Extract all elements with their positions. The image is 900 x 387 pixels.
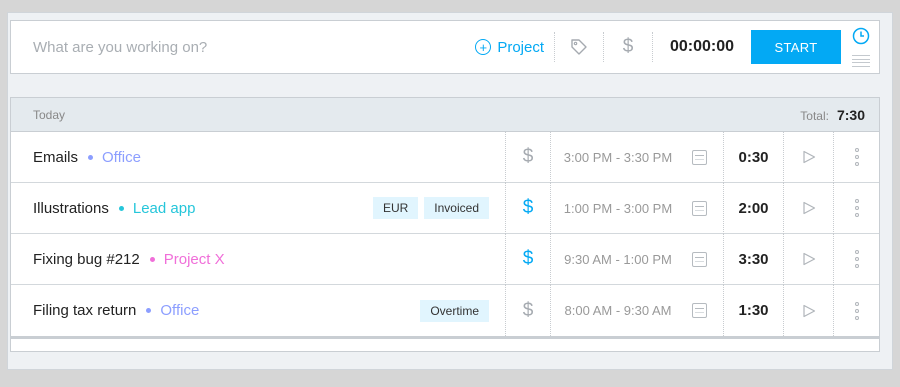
dollar-icon: $: [622, 36, 634, 57]
day-total: Total: 7:30: [800, 107, 865, 123]
continue-button[interactable]: [783, 182, 833, 234]
calendar-icon: [691, 200, 707, 216]
project-color-dot: [88, 154, 94, 160]
continue-button[interactable]: [783, 285, 833, 336]
more-dot: [854, 199, 859, 203]
clock-icon: [852, 27, 870, 45]
more-options-button[interactable]: [833, 285, 879, 336]
dollar-icon: $: [522, 248, 534, 269]
entry-project[interactable]: Project X: [164, 251, 225, 268]
day-label: Today: [33, 107, 66, 122]
time-entries: Today Total: 7:30 Emails Office $ 3:00 P…: [10, 97, 880, 352]
tag-icon: [571, 39, 587, 55]
project-color-dot: [149, 256, 155, 262]
continue-button[interactable]: [783, 233, 833, 285]
billable-toggle[interactable]: $: [604, 20, 652, 74]
entry-description: Illustrations: [33, 199, 109, 217]
more-dot: [854, 315, 859, 320]
entry-time-range[interactable]: 9:30 AM - 1:00 PM: [551, 252, 685, 267]
dollar-icon: $: [522, 299, 534, 321]
plus-circle-icon: +: [475, 39, 492, 55]
tag-chip[interactable]: Invoiced: [424, 197, 489, 219]
more-dot: [854, 308, 859, 313]
more-options-button[interactable]: [833, 131, 879, 183]
continue-button[interactable]: [783, 131, 833, 183]
start-button[interactable]: START: [751, 30, 841, 64]
entry-description-area[interactable]: Illustrations Lead app: [11, 200, 373, 217]
billable-toggle[interactable]: $: [505, 131, 551, 183]
more-dot: [854, 148, 859, 152]
more-options-button[interactable]: [833, 233, 879, 285]
time-entry-row: Illustrations Lead app EUR Invoiced $ 1:0…: [11, 182, 879, 234]
elapsed-time: 00:00:00: [669, 38, 735, 55]
billable-toggle[interactable]: $: [505, 233, 551, 285]
more-dot: [854, 155, 859, 159]
time-entry-row: Fixing bug #212 Project X $ 9:30 AM - 1:…: [11, 233, 879, 285]
entry-duration[interactable]: 1:30: [723, 285, 783, 336]
entry-project[interactable]: Office: [160, 302, 199, 319]
entry-project[interactable]: Lead app: [133, 200, 196, 217]
calendar-icon: [691, 149, 707, 165]
tag-chip[interactable]: Overtime: [420, 299, 489, 322]
entry-description: Emails: [33, 148, 79, 166]
project-color-dot: [118, 205, 124, 211]
date-picker-button[interactable]: [685, 251, 713, 267]
billable-toggle[interactable]: $: [505, 285, 551, 336]
more-options-button[interactable]: [833, 182, 879, 234]
date-picker-button[interactable]: [685, 200, 713, 216]
more-dot: [854, 257, 859, 261]
day-total-value: 7:30: [836, 106, 865, 123]
more-dot: [854, 206, 859, 210]
more-dot: [854, 250, 859, 254]
date-picker-button[interactable]: [685, 149, 713, 165]
entry-time-range[interactable]: 1:00 PM - 3:00 PM: [551, 201, 685, 216]
entry-description: Filing tax return: [33, 302, 137, 319]
entry-tags: Overtime: [420, 299, 489, 322]
mode-toggle[interactable]: [849, 25, 873, 69]
timer-bar: + Project $ 00:00:00 START: [10, 20, 880, 74]
project-color-dot: [146, 308, 152, 313]
tag-button[interactable]: [555, 20, 603, 74]
description-input[interactable]: [11, 21, 476, 73]
calendar-icon: [691, 251, 707, 267]
entry-duration[interactable]: 3:30: [723, 233, 783, 285]
project-picker-button[interactable]: + Project: [475, 30, 554, 64]
entry-tags: EUR Invoiced: [372, 197, 489, 219]
more-dot: [854, 301, 859, 306]
entry-description-area[interactable]: Emails Office: [11, 149, 489, 166]
billable-toggle[interactable]: $: [505, 182, 551, 234]
entry-duration[interactable]: 0:30: [723, 131, 783, 183]
entry-time-range[interactable]: 8:00 AM - 9:30 AM: [551, 303, 685, 318]
day-total-label: Total:: [800, 108, 829, 123]
dollar-icon: $: [522, 197, 534, 218]
entry-description: Fixing bug #212: [33, 250, 140, 268]
play-icon: [802, 201, 815, 215]
play-icon: [802, 150, 815, 164]
entry-description-area[interactable]: Fixing bug #212 Project X: [11, 251, 489, 268]
time-entry-row: Filing tax return Office Overtime $ 8:00…: [11, 285, 879, 339]
project-picker-label: Project: [497, 38, 544, 56]
more-dot: [854, 162, 859, 166]
entry-project[interactable]: Office: [102, 149, 141, 166]
entry-time-range[interactable]: 3:00 PM - 3:30 PM: [551, 150, 685, 165]
entry-duration[interactable]: 2:00: [723, 182, 783, 234]
tag-chip[interactable]: EUR: [372, 197, 419, 219]
play-icon: [802, 252, 815, 266]
day-header: Today Total: 7:30: [11, 98, 879, 132]
dollar-icon: $: [522, 146, 534, 167]
time-entry-row: Emails Office $ 3:00 PM - 3:30 PM 0:30: [11, 131, 879, 183]
calendar-icon: [691, 303, 707, 318]
play-icon: [802, 304, 815, 317]
more-dot: [854, 264, 859, 268]
more-dot: [854, 213, 859, 217]
list-icon: [852, 55, 870, 67]
date-picker-button[interactable]: [685, 303, 713, 318]
entry-description-area[interactable]: Filing tax return Office: [11, 302, 420, 319]
